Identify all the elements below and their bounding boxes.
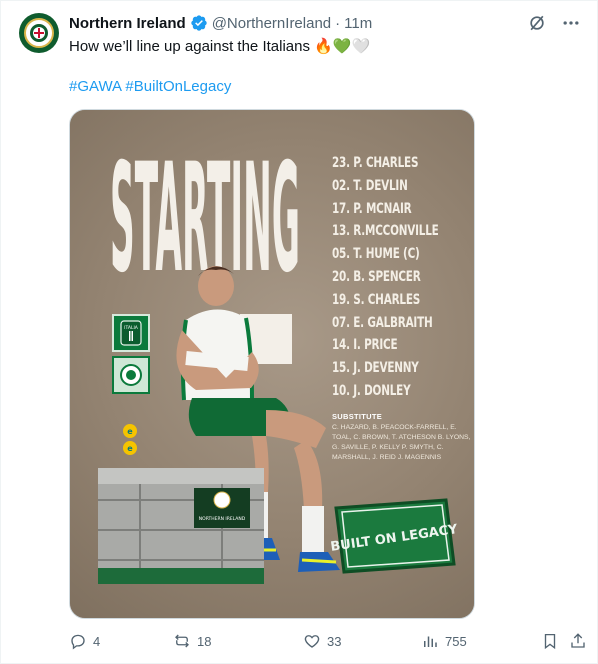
svg-text:e: e	[127, 444, 133, 453]
like-icon	[304, 635, 320, 648]
lineup-item: 13. R.MCCONVILLE	[332, 223, 439, 240]
svg-text:NORTHERN IRELAND: NORTHERN IRELAND	[199, 516, 246, 522]
share-button[interactable]	[569, 632, 587, 650]
trunk-illustration: NORTHERN IRELAND	[98, 468, 264, 584]
tweet-card[interactable]: Northern Ireland @NorthernIreland · 11m …	[0, 0, 598, 664]
tweet-text: How we’ll line up against the Italians 🔥…	[69, 38, 371, 55]
bookmark-icon	[544, 633, 556, 650]
author-name[interactable]: Northern Ireland	[69, 15, 186, 32]
lineup-item: 02. T. DEVLIN	[332, 177, 408, 194]
lineup-list: 23. P. CHARLES 02. T. DEVLIN 17. P. MCNA…	[332, 152, 439, 403]
more-icon[interactable]	[559, 11, 583, 35]
lineup-item: 10. J. DONLEY	[332, 382, 411, 399]
hashtag-link[interactable]: #BuiltOnLegacy	[125, 78, 231, 95]
repost-count: 18	[197, 633, 212, 649]
ee-logo-icon: e e	[123, 424, 137, 455]
like-button[interactable]: 33	[303, 632, 341, 650]
lineup-item: 07. E. GALBRAITH	[332, 314, 433, 331]
svg-text:e: e	[127, 427, 133, 436]
crest-icon	[24, 18, 54, 48]
reply-icon	[71, 634, 85, 650]
italy-badge-icon: ITALIA	[112, 314, 150, 352]
lineup-item: 05. T. HUME (C)	[332, 246, 420, 263]
author-handle[interactable]: @NorthernIreland	[212, 15, 331, 32]
avatar[interactable]	[19, 13, 59, 53]
hashtag-link[interactable]: #GAWA	[69, 78, 121, 95]
views-icon	[424, 636, 437, 647]
lineup-item: 15. J. DEVENNY	[332, 360, 419, 377]
separator-dot: ·	[335, 14, 341, 32]
share-icon	[571, 633, 585, 648]
lineup-item: 23. P. CHARLES	[332, 155, 419, 171]
repost-icon	[175, 634, 189, 648]
bookmark-button[interactable]	[541, 632, 559, 650]
top-actions	[525, 11, 583, 35]
built-on-legacy-badge: BUILT ON LEGACY	[330, 498, 459, 574]
timestamp[interactable]: 11m	[344, 15, 372, 32]
action-bar: 4 18 33 755	[69, 629, 589, 653]
hashtags: #GAWA #BuiltOnLegacy	[69, 77, 231, 97]
lineup-item: 14. I. PRICE	[332, 337, 398, 354]
verified-icon	[190, 14, 208, 32]
lineup-item: 17. P. MCNAIR	[332, 200, 412, 217]
repost-button[interactable]: 18	[173, 632, 211, 650]
lineup-item: 19. S. CHARLES	[332, 291, 421, 308]
lineup-item: 20. B. SPENCER	[332, 268, 421, 285]
like-count: 33	[327, 633, 342, 649]
views-button[interactable]: 755	[421, 632, 467, 650]
ni-badge-icon	[112, 356, 150, 394]
substitute-list: C. HAZARD, B. PEACOCK-FARRELL, E. TOAL, …	[332, 424, 471, 461]
tweet-image[interactable]: STARTING 23. P. CHARLES 02. T. DEVLIN 17…	[69, 109, 475, 619]
svg-text:ITALIA: ITALIA	[124, 325, 139, 331]
reply-count: 4	[93, 633, 101, 649]
views-count: 755	[445, 633, 467, 649]
grok-icon[interactable]	[525, 11, 549, 35]
reply-button[interactable]: 4	[69, 632, 100, 650]
tweet-header: Northern Ireland @NorthernIreland · 11m	[69, 13, 372, 33]
